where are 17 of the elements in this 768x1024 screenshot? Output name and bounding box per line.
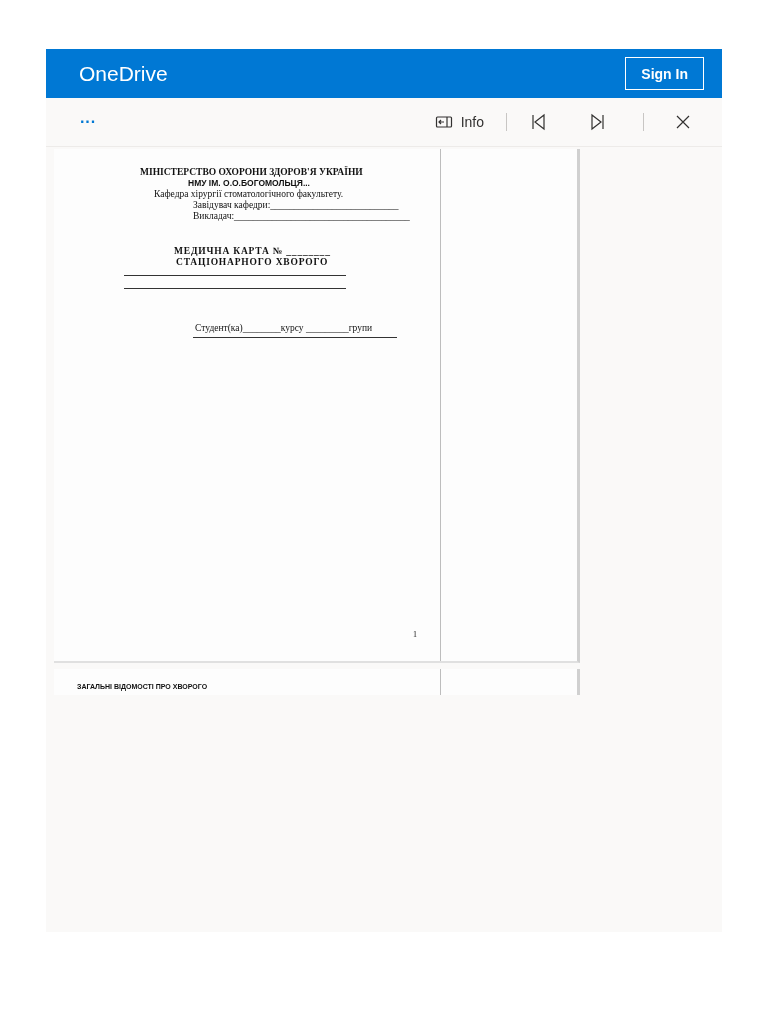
info-panel-icon [434,113,453,131]
university-heading: НМУ ІМ. О.О.БОГОМОЛЬЦЯ... [188,178,310,189]
page-number: 1 [413,630,417,639]
more-options-button[interactable]: ··· [76,113,100,131]
close-icon [674,113,692,131]
next-icon [589,113,607,131]
student-line: Студент(ка)________курсу _________групи [195,323,373,334]
sign-in-button[interactable]: Sign In [625,57,704,90]
info-button[interactable]: Info [428,109,490,135]
app-title: OneDrive [79,61,168,86]
card-title: МЕДИЧНА КАРТА № ________ [174,246,331,257]
ministry-heading: МІНІСТЕРСТВО ОХОРОНИ ЗДОРОВ'Я УКРАЇНИ [140,167,363,178]
department-line: Кафедра хірургії стоматологічного факультету. [154,189,344,200]
previous-icon [529,113,547,131]
head-of-department-line: Завідувач кафедри:___________________________ [193,200,399,211]
card-subtitle: СТАЦІОНАРНОГО ХВОРОГО [176,257,329,268]
teacher-line: Викладач:_____________________________________ [193,211,410,222]
